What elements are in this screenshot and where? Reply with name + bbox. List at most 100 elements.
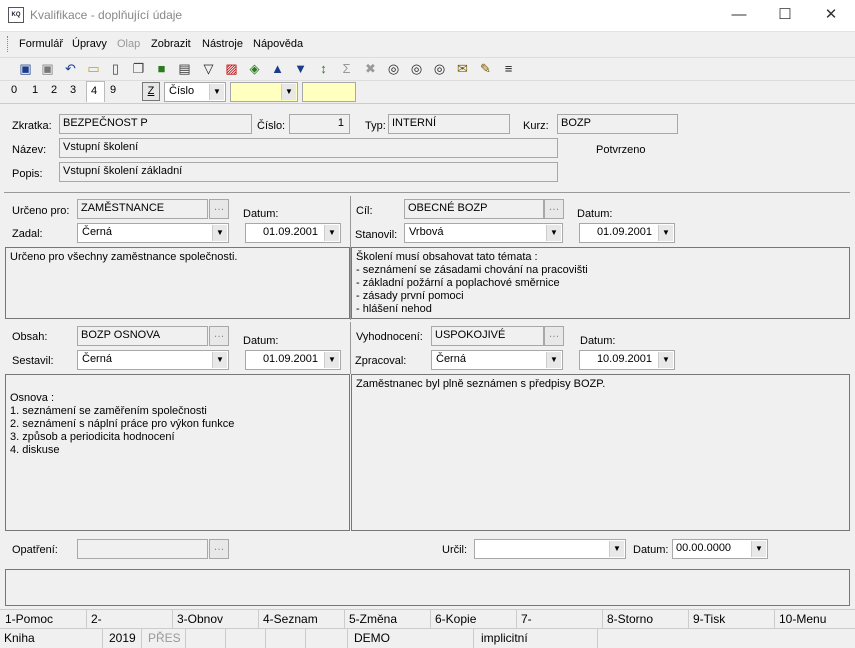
chevron-down-icon: ▼ (546, 225, 561, 241)
tab-0[interactable]: 0 (7, 84, 21, 96)
f4-seznam[interactable]: 4-Seznam (263, 612, 318, 626)
opatreni-field[interactable] (77, 539, 208, 559)
find-prev-icon[interactable]: ◎ (430, 59, 449, 78)
nazev-field[interactable]: Vstupní školení (59, 138, 558, 158)
maximize-icon[interactable]: ☐ (762, 0, 808, 31)
notes-icon[interactable]: ✎ (476, 59, 495, 78)
undo-icon[interactable]: ↶ (61, 59, 80, 78)
f6-kopie[interactable]: 6-Kopie (435, 612, 476, 626)
cil-field[interactable]: OBECNÉ BOZP (404, 199, 544, 219)
datum-select[interactable]: 01.09.2001 ▼ (579, 223, 675, 243)
cil-memo[interactable]: Školení musí obsahovat tato témata : - s… (351, 247, 850, 319)
status-profile: implicitní (481, 631, 528, 645)
tab-4-active[interactable]: 4 (86, 81, 105, 102)
ellipsis-button[interactable]: … (209, 326, 229, 346)
filter-select[interactable]: ▼ (230, 82, 298, 102)
binoculars-icon[interactable]: ◎ (384, 59, 403, 78)
stanovil-select[interactable]: Vrbová ▼ (404, 223, 563, 243)
typ-label: Typ: (365, 120, 386, 132)
lock-icon[interactable]: ■ (152, 59, 171, 78)
urcil-select[interactable]: ▼ (474, 539, 626, 559)
datum-label: Datum: (633, 544, 669, 556)
urceno-pro-label: Určeno pro: (12, 205, 70, 217)
window-title: Kvalifikace - doplňující údaje (30, 8, 183, 22)
arrow-down-icon[interactable]: ▼ (291, 59, 310, 78)
popis-field[interactable]: Vstupní školení základní (59, 162, 558, 182)
chevron-down-icon: ▼ (658, 225, 673, 241)
chevron-down-icon: ▼ (324, 352, 339, 368)
urceno-memo[interactable]: Určeno pro všechny zaměstnance společnos… (5, 247, 350, 319)
save-as-icon[interactable]: ▣ (38, 59, 57, 78)
ellipsis-button[interactable]: … (209, 199, 229, 219)
cislo-field[interactable]: 1 (289, 114, 350, 134)
f7[interactable]: 7- (521, 612, 532, 626)
search-input[interactable] (302, 82, 356, 102)
f2[interactable]: 2- (91, 612, 102, 626)
vyhodnoceni-field[interactable]: USPOKOJIVÉ (431, 326, 544, 346)
sum-icon[interactable]: Σ (337, 59, 356, 78)
open-folder-icon[interactable]: ▭ (84, 59, 103, 78)
new-document-icon[interactable]: ▯ (106, 59, 125, 78)
ellipsis-button[interactable]: … (209, 539, 229, 559)
delete-filter-icon[interactable]: ▨ (222, 59, 241, 78)
tab-9[interactable]: 9 (106, 84, 120, 96)
f3-obnov[interactable]: 3-Obnov (177, 612, 223, 626)
f5-zmena[interactable]: 5-Změna (349, 612, 397, 626)
stack-icon[interactable]: ◈ (245, 59, 264, 78)
datum-label: Datum: (577, 208, 613, 220)
sort-select[interactable]: Číslo ▼ (164, 82, 226, 102)
datum-label: Datum: (243, 335, 279, 347)
copy-icon[interactable]: ❐ (129, 59, 148, 78)
mail-icon[interactable]: ✉ (453, 59, 472, 78)
status-mode: PŘES (148, 631, 181, 645)
arrow-up-icon[interactable]: ▲ (268, 59, 287, 78)
menu-upravy[interactable]: Úpravy (72, 38, 107, 50)
clear-icon[interactable]: ✖ (361, 59, 380, 78)
opatreni-label: Opatření: (12, 544, 58, 556)
kurz-field[interactable]: BOZP (557, 114, 678, 134)
ellipsis-button[interactable]: … (544, 326, 564, 346)
datum-select[interactable]: 00.00.0000 ▼ (672, 539, 768, 559)
sestavil-select[interactable]: Černá ▼ (77, 350, 229, 370)
filter-icon[interactable]: ▽ (199, 59, 218, 78)
save-icon[interactable]: ▣ (16, 59, 35, 78)
z-button[interactable]: Z (142, 82, 160, 101)
f9-tisk[interactable]: 9-Tisk (693, 612, 725, 626)
vyhodnoceni-memo[interactable]: Zaměstnanec byl plně seznámen s předpisy… (351, 374, 850, 531)
menu-grip (7, 36, 10, 52)
f1-pomoc[interactable]: 1-Pomoc (5, 612, 53, 626)
f10-menu[interactable]: 10-Menu (779, 612, 826, 626)
sort-icon[interactable]: ↕ (314, 59, 333, 78)
datum-select[interactable]: 10.09.2001 ▼ (579, 350, 675, 370)
tab-1[interactable]: 1 (28, 84, 42, 96)
chevron-down-icon: ▼ (212, 225, 227, 241)
close-icon[interactable]: ✕ (808, 0, 854, 31)
find-next-icon[interactable]: ◎ (407, 59, 426, 78)
ellipsis-button[interactable]: … (544, 199, 564, 219)
kurz-label: Kurz: (523, 120, 549, 132)
menu-zobrazit[interactable]: Zobrazit (151, 38, 191, 50)
minimize-icon[interactable]: — (716, 0, 762, 31)
urceno-pro-field[interactable]: ZAMĚSTNANCE (77, 199, 208, 219)
book-icon[interactable]: ▤ (175, 59, 194, 78)
f8-storno[interactable]: 8-Storno (607, 612, 653, 626)
menu-olap[interactable]: Olap (117, 38, 140, 50)
zpracoval-select[interactable]: Černá ▼ (431, 350, 563, 370)
tab-3[interactable]: 3 (66, 84, 80, 96)
typ-field[interactable]: INTERNÍ (388, 114, 510, 134)
zkratka-field[interactable]: BEZPEČNOST P (59, 114, 252, 134)
chevron-down-icon: ▼ (609, 541, 624, 557)
obsah-memo[interactable]: Osnova : 1. seznámení se zaměřením spole… (5, 374, 350, 531)
cislo-label: Číslo: (257, 120, 286, 132)
menu-nastroje[interactable]: Nástroje (202, 38, 243, 50)
menu-napoveda[interactable]: Nápověda (253, 38, 303, 50)
opatreni-memo[interactable] (5, 569, 850, 606)
stanovil-label: Stanovil: (355, 229, 398, 241)
tab-2[interactable]: 2 (47, 84, 61, 96)
hamburger-icon[interactable]: ≡ (499, 59, 518, 78)
menu-formular[interactable]: Formulář (19, 38, 63, 50)
datum-select[interactable]: 01.09.2001 ▼ (245, 223, 341, 243)
zadal-select[interactable]: Černá ▼ (77, 223, 229, 243)
datum-select[interactable]: 01.09.2001 ▼ (245, 350, 341, 370)
obsah-field[interactable]: BOZP OSNOVA (77, 326, 208, 346)
